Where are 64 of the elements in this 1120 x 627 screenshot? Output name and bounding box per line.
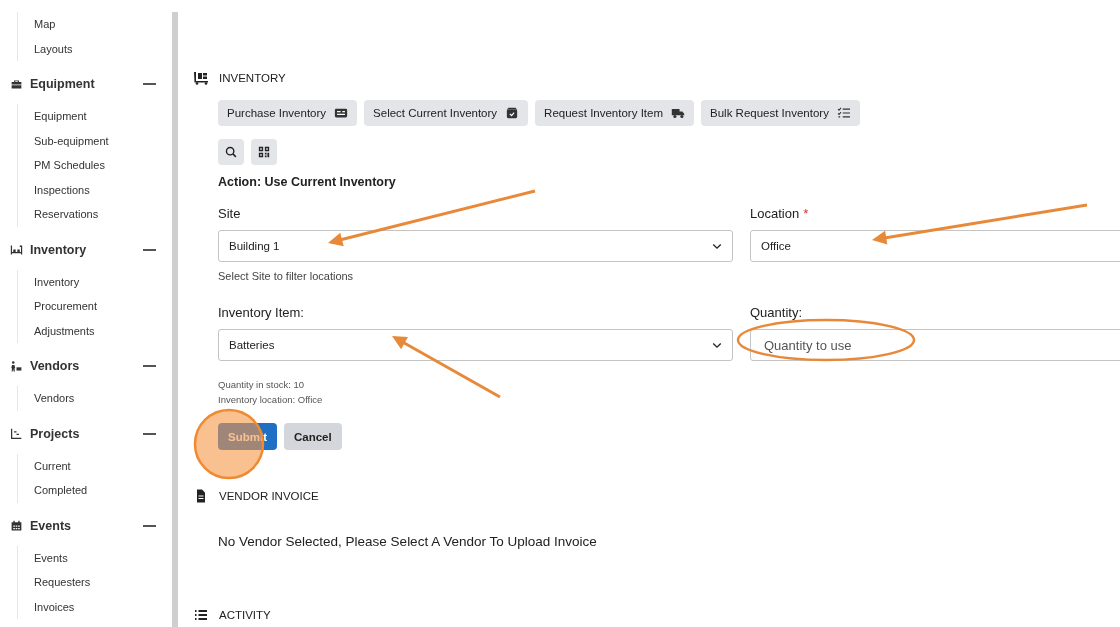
sidebar-item[interactable]: Equipment — [34, 104, 172, 129]
cancel-button[interactable]: Cancel — [284, 423, 342, 450]
checklist-icon — [836, 107, 851, 119]
sidebar-item[interactable]: Requesters — [34, 570, 172, 595]
select-field[interactable]: Building 1 — [218, 230, 733, 262]
collapse-icon[interactable] — [143, 248, 156, 251]
select-field[interactable]: Office — [750, 230, 1120, 262]
toolbox-icon — [10, 77, 23, 91]
section-title: ACTIVITY — [219, 609, 271, 621]
stock-info: Inventory location: Office — [218, 393, 324, 407]
sidebar-item[interactable]: Inventory — [34, 269, 172, 294]
scan-button[interactable] — [251, 139, 277, 165]
field-label: Quantity: — [750, 306, 803, 319]
sidebar-item[interactable]: Inspections — [34, 177, 172, 202]
id-card-icon — [334, 107, 349, 119]
sidebar-item[interactable]: Current — [34, 453, 172, 478]
sidebar-item[interactable]: Procurement — [34, 294, 172, 319]
collapse-icon[interactable] — [143, 524, 156, 527]
sidebar-item[interactable]: PM Schedules — [34, 153, 172, 178]
empty-message: No Vendor Selected, Please Select A Vendor To Upload Invoice — [218, 534, 598, 551]
required-mark: * — [803, 207, 809, 220]
sidebar-item[interactable]: Completed — [34, 478, 172, 503]
action-button[interactable]: Purchase Inventory — [218, 100, 358, 126]
field-label: Location — [750, 207, 800, 220]
quantity-field[interactable]: Quantity to use — [750, 329, 1120, 361]
sidebar-group-title[interactable]: Events — [30, 518, 143, 533]
cart-icon — [193, 71, 209, 85]
shelf-icon — [10, 243, 23, 256]
list-icon — [193, 608, 209, 622]
chevron-down-icon — [712, 341, 722, 349]
chevron-down-icon — [712, 242, 722, 250]
sidebar-group-title[interactable]: Equipment — [30, 77, 143, 91]
sidebar-group-title[interactable]: Vendors — [30, 359, 143, 373]
chart-icon — [10, 427, 23, 440]
field-label: Site — [218, 207, 241, 220]
click-highlight — [193, 408, 265, 480]
box-check-icon — [505, 107, 520, 119]
sidebar-item[interactable]: Map — [34, 12, 172, 37]
search-button[interactable] — [218, 139, 244, 165]
section-title: VENDOR INVOICE — [219, 490, 319, 502]
sidebar-group-title[interactable]: Projects — [30, 426, 143, 441]
truck-icon — [671, 107, 685, 119]
field-label: Inventory Item: — [218, 306, 304, 319]
qr-code-icon — [258, 146, 270, 158]
sidebar-item[interactable]: Sub-equipment — [34, 128, 172, 153]
calendar-icon — [10, 519, 23, 532]
stock-info: Quantity in stock: 10 — [218, 378, 306, 392]
sidebar-group-title[interactable]: Inventory — [30, 242, 143, 257]
sidebar-item[interactable]: Events — [34, 545, 172, 570]
sidebar-item[interactable]: Reservations — [34, 202, 172, 227]
search-icon — [225, 146, 237, 158]
sidebar-item[interactable]: Layouts — [34, 36, 172, 61]
action-button[interactable]: Bulk Request Inventory — [701, 100, 860, 126]
sidebar-item[interactable]: Vendors — [34, 386, 172, 411]
people-icon — [10, 359, 23, 373]
collapse-icon[interactable] — [143, 432, 156, 435]
sidebar-item[interactable]: Invoices — [34, 594, 172, 619]
select-field[interactable]: Batteries — [218, 329, 733, 361]
sidebar-item[interactable]: Adjustments — [34, 318, 172, 343]
action-button[interactable]: Request Inventory Item — [535, 100, 694, 126]
action-button[interactable]: Select Current Inventory — [364, 100, 529, 126]
action-title: Action: Use Current Inventory — [218, 175, 397, 191]
helper-text: Select Site to filter locations — [218, 270, 355, 284]
section-title: INVENTORY — [219, 72, 286, 84]
